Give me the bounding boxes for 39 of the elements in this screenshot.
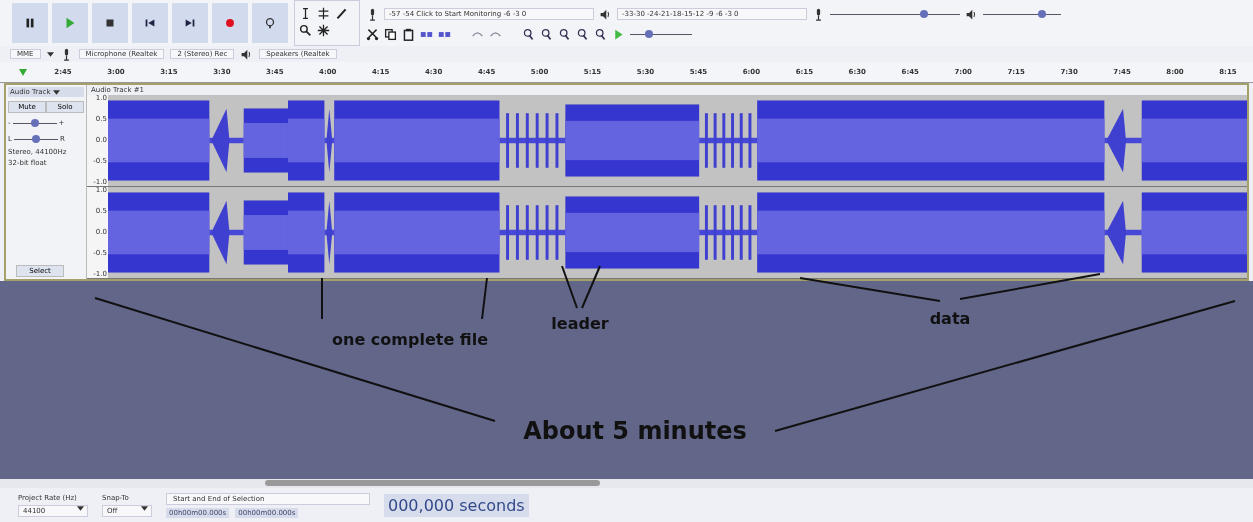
record-button[interactable] [212,3,248,43]
pin-icon[interactable] [18,67,28,77]
zoom-fit-icon[interactable] [558,27,571,41]
zoom-fit-icon[interactable] [576,27,589,41]
horizontal-scrollbar[interactable] [0,479,1253,488]
skip-start-button[interactable] [132,3,168,43]
record-icon[interactable] [223,16,237,30]
play-speed-slider[interactable] [630,28,692,40]
pan-slider[interactable] [13,133,58,145]
zoom-in-icon[interactable] [522,27,535,41]
stop-button[interactable] [92,3,128,43]
multi-tool-icon[interactable] [317,24,330,37]
annotation-label: About 5 minutes [523,417,747,445]
caret-icon [141,505,148,511]
annotation-label: one complete file [332,329,488,349]
caret-icon [77,505,84,511]
loop-icon[interactable] [263,16,277,30]
annotation-label: data [929,308,971,328]
pause-button[interactable] [12,3,48,43]
zoom-icon[interactable] [299,24,312,37]
zoom-fit-icon[interactable] [594,27,607,41]
audio-position-field[interactable]: 000,000 seconds [384,493,529,517]
envelope-icon[interactable] [317,7,330,20]
caret-icon [46,51,54,57]
gain-slider[interactable] [12,117,57,129]
playback-volume-slider[interactable] [983,8,1061,20]
recording-volume-slider[interactable] [830,8,960,20]
caret-icon [53,89,61,95]
paste-icon[interactable] [402,27,415,41]
copy-icon[interactable] [384,27,397,41]
pencil-icon[interactable] [335,7,348,20]
leader-line [581,265,601,309]
annotation-label: leader [551,313,609,333]
scrollbar-thumb[interactable] [265,480,600,486]
cut-icon[interactable] [366,27,379,41]
speaker-icon[interactable] [965,7,978,21]
zoom-out-icon[interactable] [540,27,553,41]
leader-line [561,265,578,309]
speaker-icon[interactable] [599,7,612,21]
